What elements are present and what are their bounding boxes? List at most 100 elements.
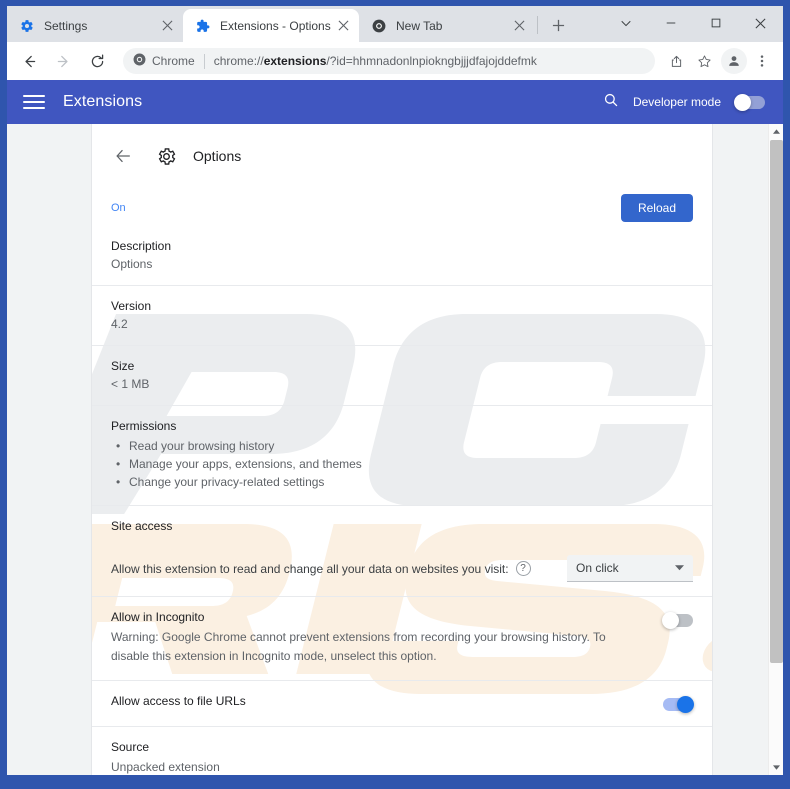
tab-close-icon[interactable] [511,18,527,34]
tab-list: Settings Extensions - Options New Tab [7,6,572,42]
browser-toolbar: Chrome chrome://extensions/?id=hhmnadonl… [7,42,783,80]
back-button[interactable] [15,47,43,75]
site-access-dropdown[interactable]: On click [567,555,693,582]
tab-close-icon[interactable] [335,18,351,34]
permissions-heading: Permissions [111,419,177,433]
url-prefix: chrome:// [213,54,264,68]
incognito-section: Allow in Incognito Warning: Google Chrom… [91,596,713,680]
file-urls-row: Allow access to file URLs [111,694,694,713]
chevron-down-icon [675,563,684,573]
minimize-button[interactable] [648,7,693,39]
url-suffix: /?id=hhmnadonlnpiokngbjjjdfajojddefmk [326,54,537,68]
share-icon[interactable] [663,48,689,74]
file-urls-section: Allow access to file URLs [91,680,713,726]
size-value: < 1 MB [111,377,150,391]
version-value: 4.2 [111,317,128,331]
incognito-heading: Allow in Incognito [111,610,205,624]
incognito-toggle[interactable] [662,612,693,629]
scroll-down-arrow-icon[interactable] [769,760,783,775]
incognito-text-column: Allow in Incognito Warning: Google Chrom… [111,610,663,666]
developer-mode-label: Developer mode [632,95,721,109]
tab-search-chevron-down-icon[interactable] [603,7,648,39]
incognito-row: Allow in Incognito Warning: Google Chrom… [111,610,693,666]
page-scrollbar[interactable] [768,124,783,775]
page-title: Extensions [63,93,143,110]
window-controls [603,6,783,42]
extension-detail-card: Options On Reload Description Options Ve… [91,124,713,775]
file-urls-text-column: Allow access to file URLs [111,694,663,712]
extensions-page-body: Options On Reload Description Options Ve… [7,124,783,775]
site-identity-label: Chrome [152,54,195,68]
search-icon[interactable] [603,92,619,113]
file-urls-toggle[interactable] [663,696,694,713]
detail-header: Options [91,124,713,168]
extension-name: Options [193,148,242,164]
site-access-question: Allow this extension to read and change … [111,561,509,576]
three-dot-menu-icon[interactable] [749,48,775,74]
card-right-border [712,124,713,775]
description-section: Description Options [91,226,713,285]
tab-separator [537,16,538,34]
status-badge: On [111,201,126,214]
maximize-button[interactable] [693,7,738,39]
version-heading: Version [111,299,152,313]
chrome-logo-icon [371,18,387,34]
forward-button[interactable] [49,47,77,75]
tab-title: Settings [44,18,88,33]
size-heading: Size [111,359,135,373]
site-access-section: Site access Allow this extension to read… [91,505,713,596]
file-urls-heading: Allow access to file URLs [111,694,246,708]
version-section: Version 4.2 [91,285,713,345]
left-gutter [7,124,91,775]
incognito-warning: Warning: Google Chrome cannot prevent ex… [111,630,606,663]
description-heading: Description [111,239,172,253]
tab-close-icon[interactable] [159,18,175,34]
description-value: Options [111,257,153,271]
reload-extension-button[interactable]: Reload [620,193,693,222]
site-access-heading: Site access [111,519,173,533]
tab-title: Extensions - Options [220,18,331,33]
extensions-header: Extensions Developer mode [7,80,783,124]
tab-extensions-options[interactable]: Extensions - Options [183,9,359,42]
site-identity-chip: Chrome [133,53,195,69]
gear-icon [154,144,178,168]
address-bar-url: chrome://extensions/?id=hhmnadonlnpiokng… [214,54,537,68]
size-section: Size < 1 MB [91,345,713,405]
hamburger-menu-icon[interactable] [23,95,45,109]
card-content: Options On Reload Description Options Ve… [91,124,713,775]
new-tab-button[interactable] [544,11,572,39]
url-bold-part: extensions [263,54,327,68]
scroll-up-arrow-icon[interactable] [769,124,783,139]
extensions-header-actions: Developer mode [603,92,765,113]
list-item: Read your browsing history [111,437,693,455]
back-arrow-icon[interactable] [111,144,135,168]
permissions-section: Permissions Read your browsing history M… [91,405,713,505]
settings-gear-icon [19,18,35,34]
permissions-list: Read your browsing history Manage your a… [111,437,693,491]
card-left-border [91,124,92,775]
puzzle-piece-icon [195,18,211,34]
source-section: Source Unpacked extension Loaded from: ~… [91,726,713,775]
site-access-selected-value: On click [576,561,619,575]
address-bar[interactable]: Chrome chrome://extensions/?id=hhmnadonl… [123,48,655,74]
tab-new-tab[interactable]: New Tab [359,9,535,42]
close-button[interactable] [738,7,783,39]
star-icon[interactable] [691,48,717,74]
tab-title: New Tab [396,18,443,33]
chrome-browser-window: Settings Extensions - Options New Tab Ch… [0,0,790,789]
profile-avatar-icon[interactable] [721,48,747,74]
tab-settings[interactable]: Settings [7,9,183,42]
list-item: Change your privacy-related settings [111,473,693,491]
site-access-row: Allow this extension to read and change … [111,555,693,582]
help-question-icon[interactable]: ? [515,561,531,576]
developer-mode-toggle[interactable] [734,93,765,111]
source-heading: Source [111,740,150,754]
source-type: Unpacked extension [111,760,220,774]
reload-button[interactable] [83,47,111,75]
status-row: On Reload [91,168,713,226]
chrome-logo-icon [133,53,146,69]
list-item: Manage your apps, extensions, and themes [111,455,693,473]
tab-strip: Settings Extensions - Options New Tab [7,6,783,42]
address-bar-divider [203,53,205,69]
scrollbar-thumb[interactable] [770,140,783,663]
